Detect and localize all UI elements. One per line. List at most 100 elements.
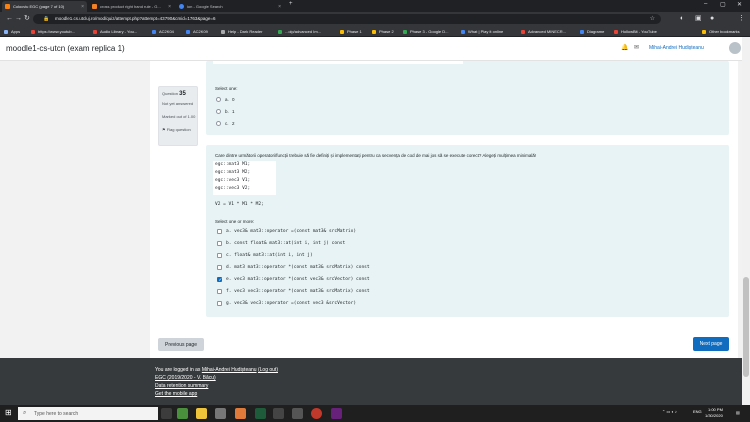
bookmark-label: Help - Dark Reader bbox=[228, 29, 263, 34]
close-window-icon[interactable]: ✕ bbox=[737, 1, 742, 8]
taskbar-search-input[interactable]: ⌕ Type here to search bbox=[18, 407, 158, 420]
chrome-icon[interactable] bbox=[177, 408, 188, 419]
app-icon[interactable] bbox=[292, 408, 303, 419]
user-menu-name[interactable]: Mihai-Andrei Hudișteanu bbox=[649, 45, 704, 51]
checkbox-option-d[interactable] bbox=[217, 265, 222, 270]
extension-icon[interactable]: ◐ bbox=[680, 15, 684, 23]
mobile-app-link[interactable]: Get the mobile app bbox=[155, 391, 197, 397]
flag-question[interactable]: ⚑ Flag question bbox=[162, 127, 191, 132]
radio-option-a[interactable] bbox=[216, 97, 221, 102]
bookmark-item[interactable]: Help - Dark Reader bbox=[221, 28, 262, 35]
option-g[interactable]: g. vec3& vec3::operator =(const vec3 &sr… bbox=[226, 301, 356, 306]
messages-icon[interactable]: ✉ bbox=[634, 44, 639, 51]
option-text: 1 bbox=[232, 109, 235, 114]
checkbox-option-f[interactable] bbox=[217, 289, 222, 294]
browser-menu-icon[interactable]: ⋮ bbox=[738, 15, 745, 23]
star-icon[interactable]: ☆ bbox=[650, 15, 655, 22]
option-f[interactable]: f. vec3 vec3::operator *(const mat3& src… bbox=[226, 289, 370, 294]
reload-icon[interactable]: ↻ bbox=[24, 15, 30, 23]
other-bookmarks[interactable]: Other bookmarks bbox=[702, 28, 740, 35]
footer-user-link[interactable]: Mihai-Andrei Hudișteanu bbox=[202, 367, 257, 373]
bookmark-item[interactable]: Diagrame bbox=[580, 28, 604, 35]
logout-link[interactable]: (Log out) bbox=[258, 367, 278, 373]
bookmark-item[interactable]: Phase 3 - Google D... bbox=[403, 28, 448, 35]
checkbox-option-g[interactable] bbox=[217, 301, 222, 306]
option-letter: d. bbox=[226, 265, 235, 270]
bookmark-item[interactable]: Phase 2 bbox=[372, 28, 394, 35]
bookmark-item[interactable]: HollowBit - YouTube bbox=[614, 28, 657, 35]
scrollbar-thumb[interactable] bbox=[743, 277, 749, 377]
option-a[interactable]: a. vec3& mat3::operator =(const mat3& sr… bbox=[226, 229, 356, 234]
maximize-icon[interactable]: ▢ bbox=[720, 1, 726, 8]
address-bar[interactable]: 🔒 moodle1.cs.utcluj.ro/mod/quiz/attempt.… bbox=[33, 14, 661, 24]
bookmark-item[interactable]: Apps bbox=[4, 28, 20, 35]
option-c[interactable]: c. float& mat3::at(int i, int j) bbox=[226, 253, 313, 258]
back-icon[interactable]: ← bbox=[6, 15, 13, 23]
close-icon[interactable]: × bbox=[278, 4, 281, 10]
bookmark-item[interactable]: https://www.youtub... bbox=[31, 28, 75, 35]
visual-studio-icon[interactable] bbox=[331, 408, 342, 419]
tab-colocviu[interactable]: Colocviu EGC (page 7 of 10) × bbox=[2, 1, 87, 12]
app-icon[interactable] bbox=[235, 408, 246, 419]
code-line: V2 = V1 * M1 * M2; bbox=[215, 202, 264, 207]
minimize-icon[interactable]: – bbox=[704, 1, 707, 7]
close-icon[interactable]: × bbox=[81, 4, 84, 10]
question-marks: Marked out of 1.00 bbox=[162, 114, 196, 119]
checkbox-option-c[interactable] bbox=[217, 253, 222, 258]
course-link[interactable]: EGC (2019/2020 - V. Bâcu) bbox=[155, 375, 216, 381]
clock-time[interactable]: 1:00 PM bbox=[708, 407, 723, 412]
bookmark-icon bbox=[186, 29, 190, 34]
forward-icon[interactable]: → bbox=[15, 15, 22, 23]
site-title[interactable]: moodle1-cs-utcn (exam replica 1) bbox=[6, 44, 125, 53]
notifications-icon[interactable]: 🔔 bbox=[621, 44, 628, 51]
language-indicator[interactable]: ENG bbox=[693, 409, 702, 414]
bookmark-item[interactable]: Advanced MINECR... bbox=[521, 28, 566, 35]
bookmark-item[interactable]: ...olp/advanced Im... bbox=[278, 28, 321, 35]
notification-center-icon[interactable]: ▤ bbox=[736, 410, 740, 415]
app-icon[interactable] bbox=[215, 408, 226, 419]
tab-cross-product[interactable]: cross product right hand rule - G... × bbox=[89, 1, 174, 12]
page-scrollbar[interactable] bbox=[742, 37, 750, 405]
extension-icon[interactable]: ▣ bbox=[695, 15, 702, 23]
option-text: vec3& mat3::operator =(const mat3& srcMa… bbox=[234, 229, 357, 234]
code-line: egc::vec3 V2; bbox=[215, 186, 251, 191]
new-tab-button[interactable]: + bbox=[289, 1, 293, 7]
bookmark-label: https://www.youtub... bbox=[38, 29, 75, 34]
checkbox-option-b[interactable] bbox=[217, 241, 222, 246]
next-page-button[interactable]: Next page bbox=[693, 337, 729, 351]
option-d[interactable]: d. mat3 mat3::operator *(const mat3& src… bbox=[226, 265, 370, 270]
question-info: Question 35 Not yet answered Marked out … bbox=[158, 86, 198, 146]
file-explorer-icon[interactable] bbox=[196, 408, 207, 419]
option-text: 2 bbox=[232, 121, 235, 126]
bookmark-item[interactable]: AC2K09 bbox=[186, 28, 208, 35]
radio-option-c[interactable] bbox=[216, 121, 221, 126]
terminal-icon[interactable] bbox=[255, 408, 266, 419]
question-status: Not yet answered bbox=[162, 101, 194, 106]
checkbox-option-e[interactable] bbox=[217, 277, 222, 283]
tab-google-search[interactable]: ion - Google Search × bbox=[176, 1, 284, 12]
app-icon[interactable] bbox=[273, 408, 284, 419]
bookmark-item[interactable]: Phase 1 bbox=[340, 28, 362, 35]
avatar[interactable] bbox=[729, 42, 741, 54]
tray-icons[interactable]: ⌃ ▭ ◐ ♪ bbox=[662, 409, 677, 414]
bookmark-item[interactable]: What | Play it online bbox=[461, 28, 503, 35]
task-view-icon[interactable] bbox=[161, 408, 172, 419]
option-b[interactable]: b. const float& mat3::at(int i, int j) c… bbox=[226, 241, 345, 246]
select-one-label: Select one: bbox=[215, 86, 238, 91]
bookmark-item[interactable]: Audio Library - You... bbox=[93, 28, 137, 35]
clock-date[interactable]: 1/30/2020 bbox=[705, 413, 723, 418]
google-favicon-icon bbox=[179, 4, 184, 9]
checkbox-option-a[interactable] bbox=[217, 229, 222, 234]
profile-icon[interactable]: ● bbox=[710, 15, 714, 23]
data-retention-link[interactable]: Data retention summary bbox=[155, 383, 208, 389]
option-e[interactable]: e. vec3 mat3::operator *(const vec3& src… bbox=[226, 277, 370, 282]
bookmark-item[interactable]: AC2K04 bbox=[152, 28, 174, 35]
radio-option-b[interactable] bbox=[216, 109, 221, 114]
previous-page-button[interactable]: Previous page bbox=[158, 338, 204, 351]
app-icon[interactable] bbox=[311, 408, 322, 419]
close-icon[interactable]: × bbox=[168, 4, 171, 10]
bookmark-label: What | Play it online bbox=[468, 29, 504, 34]
windows-start-icon[interactable]: ⊞ bbox=[5, 409, 12, 417]
bookmark-label: Phase 3 - Google D... bbox=[410, 29, 449, 34]
code-block: egc::mat3 M1; egc::mat3 M2; egc::vec3 V1… bbox=[213, 161, 276, 195]
